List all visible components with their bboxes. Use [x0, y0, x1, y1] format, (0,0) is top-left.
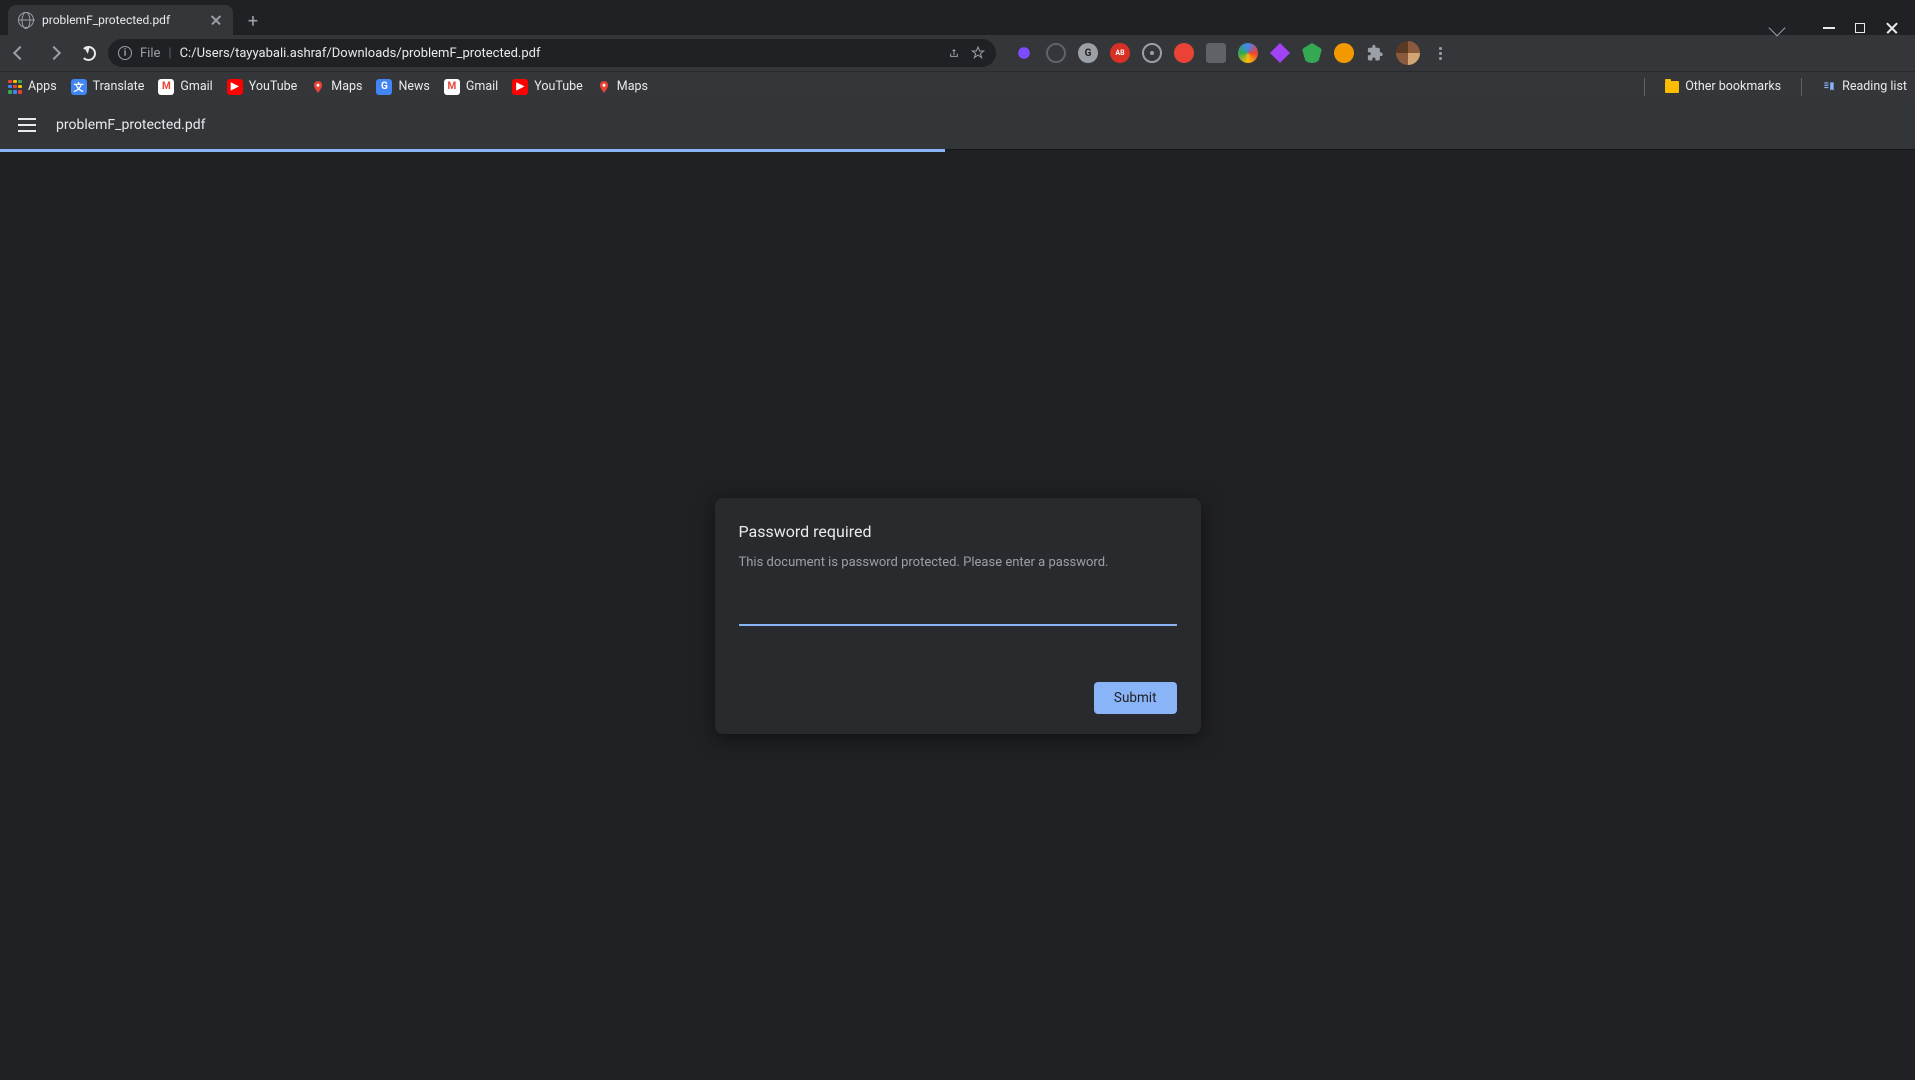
dialog-message: This document is password protected. Ple…: [739, 555, 1177, 570]
extensions-row: G AB: [1014, 41, 1448, 65]
browser-tab[interactable]: problemF_protected.pdf: [8, 5, 233, 35]
url-path: C:/Users/tayyabali.ashraf/Downloads/prob…: [180, 46, 938, 61]
bookmark-youtube[interactable]: ▶ YouTube: [227, 79, 298, 95]
menu-icon[interactable]: [18, 118, 36, 132]
bookmark-label: Translate: [93, 79, 145, 94]
pdf-filename: problemF_protected.pdf: [56, 117, 205, 133]
browser-menu-icon[interactable]: [1432, 45, 1448, 61]
maps-pin-icon: [311, 80, 325, 94]
bookmark-label: YouTube: [534, 79, 583, 94]
close-tab-icon[interactable]: [209, 13, 223, 27]
submit-button[interactable]: Submit: [1094, 682, 1177, 714]
globe-icon: [18, 12, 34, 28]
apps-label: Apps: [28, 79, 57, 94]
address-bar[interactable]: File | C:/Users/tayyabali.ashraf/Downloa…: [108, 39, 996, 67]
bookmark-maps[interactable]: Maps: [597, 79, 648, 94]
extension-icon[interactable]: [1206, 43, 1226, 63]
bookmark-news[interactable]: G News: [376, 79, 429, 95]
bookmark-label: Maps: [617, 79, 648, 94]
youtube-icon: ▶: [512, 79, 528, 95]
extension-icon[interactable]: [1014, 43, 1034, 63]
password-input[interactable]: [739, 596, 1177, 626]
bookmark-label: Maps: [331, 79, 362, 94]
apps-grid-icon: [8, 80, 22, 94]
bookmark-youtube[interactable]: ▶ YouTube: [512, 79, 583, 95]
extension-icon[interactable]: [1334, 43, 1354, 63]
bookmark-gmail[interactable]: M Gmail: [444, 79, 498, 95]
bookmarks-bar: Apps 文 Translate M Gmail ▶ YouTube Maps …: [0, 71, 1915, 101]
share-icon[interactable]: [946, 45, 962, 61]
search-tabs-chevron-icon[interactable]: [1769, 20, 1786, 37]
other-bookmarks-label: Other bookmarks: [1685, 79, 1781, 94]
extension-icon[interactable]: [1046, 43, 1066, 63]
extension-icon[interactable]: [1302, 43, 1322, 63]
bookmarks-divider: [1801, 78, 1802, 96]
reading-list-button[interactable]: Reading list: [1822, 79, 1907, 94]
bookmarks-divider: [1644, 78, 1645, 96]
minimize-button[interactable]: [1823, 27, 1835, 29]
bookmark-star-icon[interactable]: [970, 45, 986, 61]
bookmark-translate[interactable]: 文 Translate: [71, 79, 145, 95]
reading-list-label: Reading list: [1842, 79, 1907, 94]
extension-icon[interactable]: [1142, 43, 1162, 63]
reload-button[interactable]: [74, 39, 102, 67]
url-separator: |: [168, 46, 171, 61]
tab-strip: problemF_protected.pdf +: [0, 0, 1915, 35]
url-scheme: File: [140, 46, 160, 61]
maximize-button[interactable]: [1855, 23, 1865, 33]
pdf-viewer-body: Password required This document is passw…: [0, 152, 1915, 1080]
reading-list-icon: [1822, 80, 1836, 94]
dialog-title: Password required: [739, 522, 1177, 541]
extensions-puzzle-icon[interactable]: [1366, 44, 1384, 62]
youtube-icon: ▶: [227, 79, 243, 95]
extension-icon[interactable]: AB: [1110, 43, 1130, 63]
forward-button[interactable]: [40, 39, 68, 67]
translate-icon: 文: [71, 79, 87, 95]
window-controls: [1771, 21, 1907, 35]
bookmark-label: YouTube: [249, 79, 298, 94]
close-window-button[interactable]: [1885, 21, 1899, 35]
bookmark-maps[interactable]: Maps: [311, 79, 362, 94]
extension-icon[interactable]: [1238, 43, 1258, 63]
bookmark-gmail[interactable]: M Gmail: [158, 79, 212, 95]
pdf-toolbar: problemF_protected.pdf: [0, 101, 1915, 149]
password-dialog: Password required This document is passw…: [715, 498, 1201, 734]
extension-icon[interactable]: [1270, 43, 1290, 63]
extension-icon[interactable]: G: [1078, 43, 1098, 63]
apps-button[interactable]: Apps: [8, 79, 57, 94]
profile-avatar[interactable]: [1396, 41, 1420, 65]
folder-icon: [1665, 81, 1679, 93]
browser-toolbar: File | C:/Users/tayyabali.ashraf/Downloa…: [0, 35, 1915, 71]
gmail-icon: M: [444, 79, 460, 95]
back-button[interactable]: [6, 39, 34, 67]
extension-icon[interactable]: [1174, 43, 1194, 63]
bookmark-label: Gmail: [466, 79, 498, 94]
new-tab-button[interactable]: +: [239, 7, 267, 35]
bookmark-label: Gmail: [180, 79, 212, 94]
tab-title: problemF_protected.pdf: [42, 13, 201, 27]
maps-pin-icon: [597, 80, 611, 94]
news-icon: G: [376, 79, 392, 95]
site-info-icon[interactable]: [118, 46, 132, 60]
other-bookmarks-button[interactable]: Other bookmarks: [1665, 79, 1781, 94]
bookmark-label: News: [398, 79, 429, 94]
gmail-icon: M: [158, 79, 174, 95]
